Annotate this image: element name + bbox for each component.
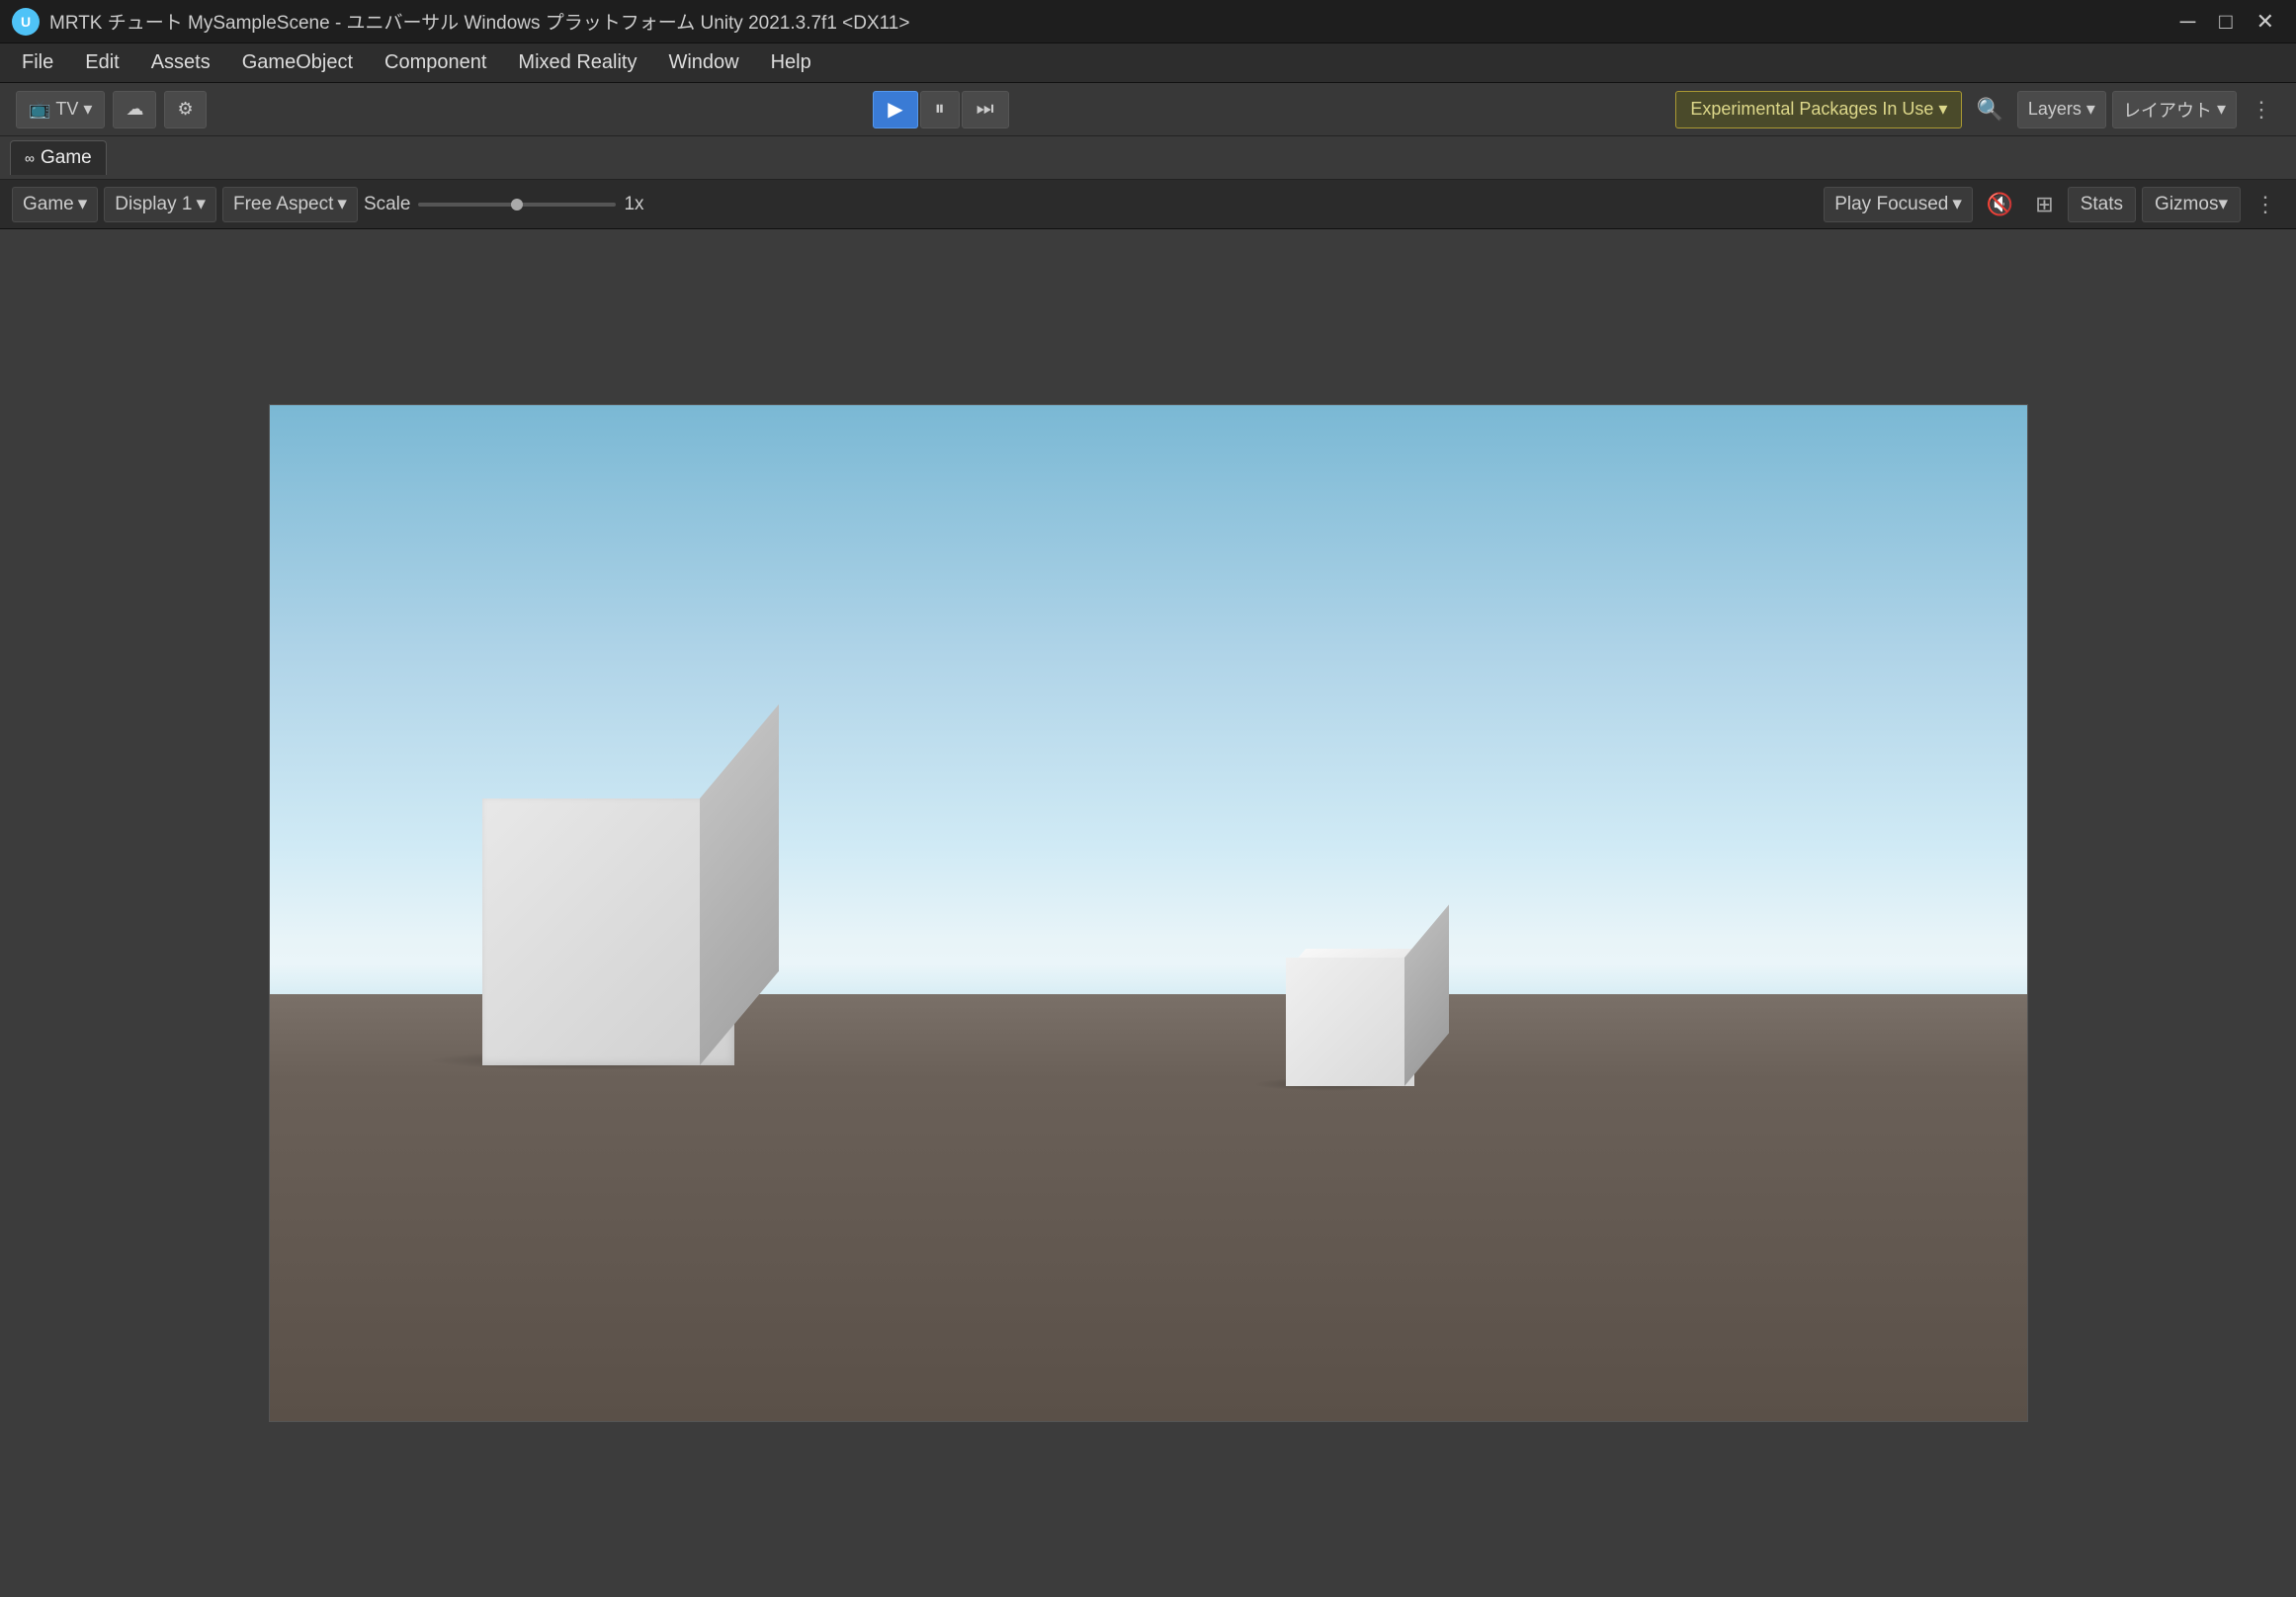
- chevron-down-icon: ▾: [196, 193, 206, 215]
- step-icon: ⏭: [977, 98, 994, 121]
- minimize-button[interactable]: ─: [2170, 9, 2206, 35]
- chevron-down-icon: ▾: [2086, 99, 2095, 120]
- game-tab-icon: ∞: [25, 150, 35, 166]
- game-toolbar: Game ▾ Display 1 ▾ Free Aspect ▾ Scale 1…: [0, 180, 2296, 229]
- cloud-icon: ☁: [126, 99, 143, 120]
- settings-button[interactable]: ⚙: [164, 91, 206, 128]
- display-dropdown[interactable]: Display 1 ▾: [104, 187, 216, 222]
- layout-dropdown[interactable]: レイアウト ▾: [2112, 91, 2237, 128]
- aspect-dropdown[interactable]: Free Aspect ▾: [222, 187, 358, 222]
- chevron-down-icon: ▾: [1952, 193, 1962, 215]
- cube-large-front-face: [482, 798, 734, 1065]
- panel-tabs: ∞ Game: [0, 136, 2296, 180]
- chevron-down-icon: ▾: [337, 193, 347, 215]
- window-title: MRTK チュート MySampleScene - ユニバーサル Windows…: [49, 8, 2161, 35]
- game-tab-label: Game: [41, 147, 92, 169]
- menu-help[interactable]: Help: [757, 47, 825, 78]
- tv-icon: 📺: [29, 99, 50, 120]
- menu-gameobject[interactable]: GameObject: [228, 47, 367, 78]
- chevron-down-icon: ▾: [2218, 193, 2228, 215]
- toolbar-right: Experimental Packages In Use ▾ 🔍 Layers …: [1675, 91, 2280, 128]
- game-viewport: [269, 404, 2028, 1422]
- play-controls: ▶ ⏸ ⏭: [873, 91, 1008, 128]
- cube-small-side-face: [1404, 904, 1449, 1086]
- mute-button[interactable]: 🔇: [1979, 188, 2021, 221]
- menu-edit[interactable]: Edit: [71, 47, 132, 78]
- maximize-button[interactable]: □: [2209, 9, 2242, 35]
- window-controls: ─ □ ✕: [2170, 9, 2284, 35]
- play-button[interactable]: ▶: [873, 91, 917, 128]
- cloud-button[interactable]: ☁: [113, 91, 156, 128]
- layers-dropdown[interactable]: Layers ▾: [2017, 91, 2106, 128]
- grid-icon: ⊞: [2035, 192, 2053, 216]
- scale-section: Scale 1x: [364, 194, 644, 215]
- chevron-down-icon: ▾: [78, 193, 88, 215]
- gizmos-button[interactable]: Gizmos ▾: [2142, 187, 2241, 222]
- tv-dropdown-button[interactable]: 📺 TV ▾: [16, 91, 105, 128]
- chevron-down-icon: ▾: [2217, 99, 2226, 120]
- cube-large: [463, 769, 779, 1065]
- search-icon: 🔍: [1976, 97, 2002, 122]
- main-toolbar: 📺 TV ▾ ☁ ⚙ ▶ ⏸ ⏭ Experimental Packages I…: [0, 83, 2296, 136]
- game-viewport-container: [0, 229, 2296, 1597]
- menu-assets[interactable]: Assets: [137, 47, 224, 78]
- more-options-button[interactable]: ⋮: [2247, 188, 2284, 221]
- pause-icon: ⏸: [935, 98, 945, 121]
- play-focused-dropdown[interactable]: Play Focused ▾: [1824, 187, 1973, 222]
- pause-button[interactable]: ⏸: [920, 91, 960, 128]
- play-icon: ▶: [888, 97, 902, 122]
- more-icon: ⋮: [2254, 192, 2276, 216]
- main-content: ∞ Game Game ▾ Display 1 ▾ Free Aspect ▾ …: [0, 136, 2296, 1597]
- settings-icon: ⚙: [177, 99, 193, 120]
- cube-small: [1271, 928, 1449, 1086]
- menu-bar: File Edit Assets GameObject Component Mi…: [0, 43, 2296, 83]
- experimental-packages-button[interactable]: Experimental Packages In Use ▾: [1675, 91, 1962, 128]
- tab-game[interactable]: ∞ Game: [10, 140, 107, 175]
- menu-component[interactable]: Component: [371, 47, 500, 78]
- stats-button[interactable]: Stats: [2068, 187, 2136, 222]
- search-button[interactable]: 🔍: [1968, 93, 2010, 126]
- scale-slider[interactable]: [418, 203, 616, 207]
- game-dropdown[interactable]: Game ▾: [12, 187, 98, 222]
- title-bar: U MRTK チュート MySampleScene - ユニバーサル Windo…: [0, 0, 2296, 43]
- menu-window[interactable]: Window: [654, 47, 752, 78]
- menu-file[interactable]: File: [8, 47, 67, 78]
- app-icon: U: [12, 8, 40, 36]
- grid-button[interactable]: ⊞: [2027, 188, 2061, 221]
- more-options-button[interactable]: ⋮: [2243, 93, 2280, 126]
- close-button[interactable]: ✕: [2247, 9, 2284, 35]
- cube-small-front-face: [1286, 958, 1414, 1086]
- step-button[interactable]: ⏭: [962, 91, 1009, 128]
- more-icon: ⋮: [2251, 97, 2272, 122]
- mute-icon: 🔇: [1987, 192, 2013, 216]
- menu-mixed-reality[interactable]: Mixed Reality: [504, 47, 650, 78]
